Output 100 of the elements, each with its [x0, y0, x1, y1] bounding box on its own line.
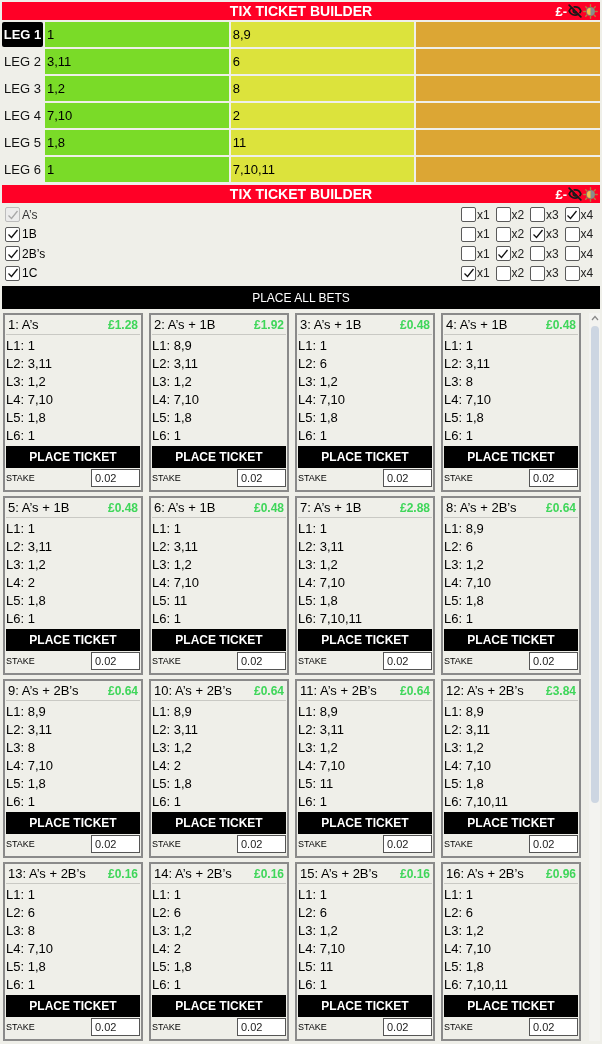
scrollbar-thumb[interactable] [590, 326, 599, 803]
scroll-up-icon[interactable] [590, 315, 599, 321]
selection-field[interactable] [416, 103, 600, 128]
leg-line: L1: 8,9 [444, 704, 484, 718]
leg-line: L4: 7,10 [444, 941, 491, 955]
place-ticket-button[interactable]: PLACE TICKET [6, 812, 140, 834]
place-ticket-button[interactable]: PLACE TICKET [152, 446, 286, 468]
checkbox[interactable] [461, 226, 476, 242]
selection-field[interactable]: 7,10,11 [230, 157, 415, 182]
stake-input[interactable]: 0.02 [529, 835, 578, 853]
stake-input[interactable]: 0.02 [91, 652, 140, 670]
selection-field[interactable]: 1 [45, 157, 229, 182]
leg-tab[interactable]: LEG 6 [2, 157, 43, 182]
leg-tab[interactable]: LEG 1 [2, 22, 43, 47]
checkbox[interactable] [564, 226, 580, 242]
eye-off-icon[interactable] [568, 187, 582, 201]
checkbox[interactable] [564, 246, 580, 262]
place-ticket-button[interactable]: PLACE TICKET [6, 446, 140, 468]
header-title: TIX TICKET BUILDER [229, 187, 373, 201]
place-ticket-button[interactable]: PLACE TICKET [298, 446, 432, 468]
checkbox[interactable] [5, 265, 20, 281]
selection-field[interactable]: 3,11 [45, 49, 229, 74]
place-all-bets-button[interactable]: PLACE ALL BETS [2, 286, 600, 309]
place-ticket-button[interactable]: PLACE TICKET [444, 446, 578, 468]
ticket-title: 10: A’s + 2B’s [154, 684, 232, 697]
place-ticket-button[interactable]: PLACE TICKET [444, 812, 578, 834]
selection-field[interactable]: 8,9 [230, 22, 415, 47]
stake-input[interactable]: 0.02 [383, 652, 432, 670]
selection-field[interactable]: 8 [230, 76, 415, 101]
place-ticket-button[interactable]: PLACE TICKET [6, 629, 140, 651]
selection-field[interactable]: 1,8 [45, 130, 229, 155]
stake-input[interactable]: 0.02 [91, 835, 140, 853]
leg-line: L2: 3,11 [6, 539, 53, 553]
leg-line: L6: 1 [298, 794, 327, 808]
stake-input[interactable]: 0.02 [529, 1018, 578, 1036]
leg-line: L4: 7,10 [6, 758, 53, 772]
leg-tab[interactable]: LEG 5 [2, 130, 43, 155]
place-ticket-button[interactable]: PLACE TICKET [152, 629, 286, 651]
leg-tab[interactable]: LEG 4 [2, 103, 43, 128]
leg-line: L6: 1 [298, 428, 327, 442]
selection-field[interactable]: 2 [230, 103, 415, 128]
place-ticket-button[interactable]: PLACE TICKET [298, 812, 432, 834]
option-label: 1C [22, 267, 38, 280]
selection-field[interactable] [416, 49, 600, 74]
leg-line: L3: 1,2 [298, 374, 338, 388]
place-ticket-button[interactable]: PLACE TICKET [444, 629, 578, 651]
stake-input[interactable]: 0.02 [237, 1018, 286, 1036]
stake-input[interactable]: 0.02 [383, 1018, 432, 1036]
leg-line: L2: 6 [6, 905, 35, 919]
selection-field[interactable]: 11 [230, 130, 415, 155]
selection-field[interactable] [416, 76, 600, 101]
checkbox[interactable] [5, 226, 20, 242]
stake-input[interactable]: 0.02 [383, 469, 432, 487]
checkbox[interactable] [495, 265, 511, 281]
leg-line: L3: 8 [6, 923, 35, 937]
option-label: 2B’s [22, 247, 46, 260]
checkbox[interactable] [564, 265, 580, 281]
checkbox[interactable] [530, 226, 545, 242]
checkbox[interactable] [495, 226, 511, 242]
checkbox[interactable] [461, 246, 476, 262]
selection-field[interactable] [416, 22, 600, 47]
ticket-title: 2: A’s + 1B [154, 318, 216, 331]
selection-field[interactable] [416, 130, 600, 155]
scrollbar[interactable] [589, 313, 600, 1041]
selection-field[interactable]: 1,2 [45, 76, 229, 101]
brightness-icon[interactable] [583, 186, 598, 202]
ticket-amount: £0.48 [399, 318, 430, 331]
checkbox[interactable] [530, 246, 545, 262]
checkbox[interactable] [495, 246, 511, 262]
place-ticket-button[interactable]: PLACE TICKET [298, 629, 432, 651]
place-ticket-button[interactable]: PLACE TICKET [444, 995, 578, 1017]
selection-field[interactable]: 7,10 [45, 103, 229, 128]
stake-input[interactable]: 0.02 [237, 652, 286, 670]
ticket-title: 9: A’s + 2B’s [8, 684, 79, 697]
stake-input[interactable]: 0.02 [237, 469, 286, 487]
leg-tab[interactable]: LEG 3 [2, 76, 43, 101]
selection-field[interactable]: 1 [45, 22, 229, 47]
stake-input[interactable]: 0.02 [383, 835, 432, 853]
leg-line: L3: 1,2 [6, 557, 46, 571]
leg-line: L6: 1 [152, 794, 181, 808]
checkbox[interactable] [5, 246, 20, 262]
place-ticket-button[interactable]: PLACE TICKET [152, 995, 286, 1017]
brightness-icon[interactable] [583, 3, 598, 19]
ticket-amount: £0.16 [107, 867, 138, 880]
place-ticket-button[interactable]: PLACE TICKET [6, 995, 140, 1017]
stake-input[interactable]: 0.02 [529, 652, 578, 670]
stake-input[interactable]: 0.02 [529, 469, 578, 487]
place-ticket-button[interactable]: PLACE TICKET [298, 995, 432, 1017]
eye-off-icon[interactable] [568, 4, 582, 18]
place-ticket-button[interactable]: PLACE TICKET [152, 812, 286, 834]
ticket-title: 16: A’s + 2B’s [446, 867, 524, 880]
checkbox[interactable] [530, 265, 545, 281]
selection-field[interactable] [416, 157, 600, 182]
stake-input[interactable]: 0.02 [237, 835, 286, 853]
checkbox[interactable] [461, 265, 476, 281]
stake-input[interactable]: 0.02 [91, 1018, 140, 1036]
leg-line: L3: 1,2 [444, 740, 484, 754]
selection-field[interactable]: 6 [230, 49, 415, 74]
leg-tab[interactable]: LEG 2 [2, 49, 43, 74]
stake-input[interactable]: 0.02 [91, 469, 140, 487]
